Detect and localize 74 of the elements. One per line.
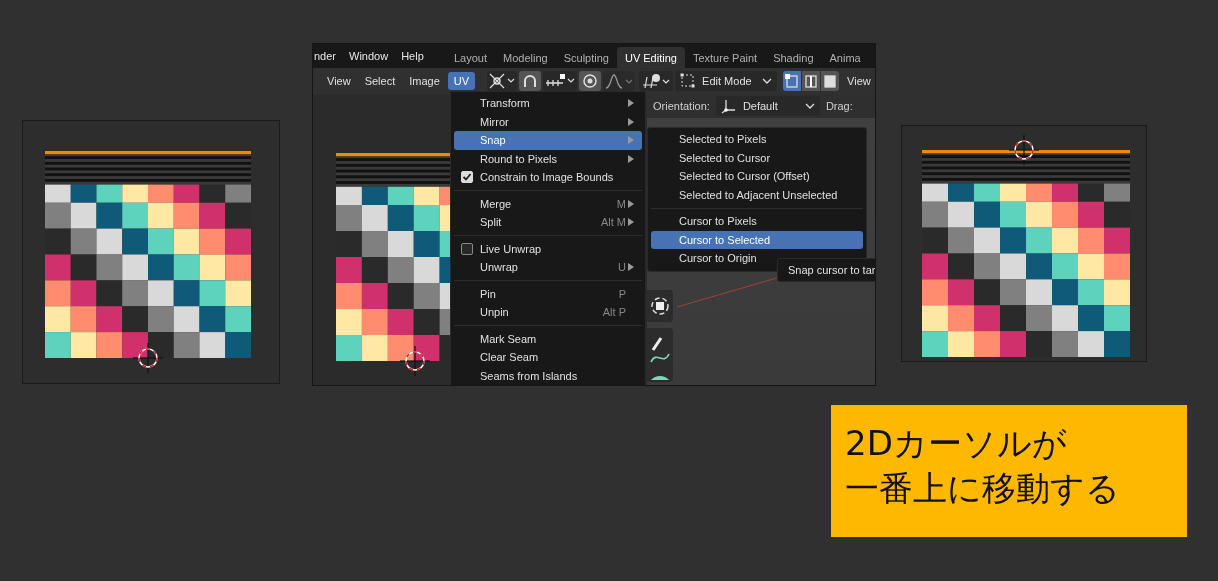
menu-item[interactable]: Selected to Cursor xyxy=(651,148,863,167)
callout-text: 一番上に移動する xyxy=(845,467,1121,509)
menu-button[interactable]: UV xyxy=(447,72,476,90)
orientation-label: Orientation: xyxy=(653,100,710,112)
caret-icon xyxy=(804,102,815,110)
transform-tool-button[interactable] xyxy=(647,290,673,322)
menu-item[interactable]: Round to Pixels xyxy=(454,149,642,168)
shortcut-label: M xyxy=(616,197,626,210)
falloff-button[interactable] xyxy=(603,71,636,91)
menu-item[interactable]: Selected to Adjacent Unselected xyxy=(651,185,863,204)
menu-item[interactable]: Live Unwrap xyxy=(454,239,642,258)
menu-button[interactable]: View xyxy=(321,72,357,90)
callout-text: 2Dカーソルが xyxy=(845,423,1068,464)
menu-button[interactable]: View xyxy=(841,72,875,90)
shortcut-label: P xyxy=(618,287,626,300)
menu-item[interactable]: Cursor to Selected xyxy=(651,230,863,249)
menu-item[interactable]: Split Alt M xyxy=(454,213,642,232)
workspace-tab[interactable]: Shading xyxy=(765,47,822,68)
menu-item[interactable]: Seams from Islands xyxy=(454,366,642,385)
caret-icon xyxy=(762,77,773,85)
select-mode-icon xyxy=(823,73,838,89)
snap-target-button[interactable] xyxy=(543,71,578,91)
select-mode-button[interactable] xyxy=(821,71,840,91)
snap-button[interactable] xyxy=(519,71,542,91)
menu-item[interactable]: Selected to Pixels xyxy=(651,130,863,149)
menu-item[interactable]: Window xyxy=(349,50,389,62)
workspace-tab[interactable]: Modeling xyxy=(495,47,556,68)
increment-icon xyxy=(545,73,576,89)
edit-mode-icon xyxy=(680,73,697,89)
orientation-dropdown[interactable]: Default xyxy=(715,96,820,116)
workspace-tab[interactable]: Anima xyxy=(821,47,869,68)
menu-item[interactable]: Selected to Cursor (Offset) xyxy=(651,167,863,186)
menu-item[interactable]: nder xyxy=(314,50,337,62)
submenu-arrow-icon xyxy=(628,199,634,208)
menu-item[interactable]: Constrain to Image Bounds xyxy=(454,168,642,187)
menu-item[interactable]: Merge M xyxy=(454,194,642,213)
select-mode-button[interactable] xyxy=(783,71,802,91)
menu-item[interactable]: Clear Seam xyxy=(454,348,642,367)
submenu-arrow-icon xyxy=(628,263,634,272)
shortcut-label: Alt P xyxy=(602,306,626,319)
proportional-edit-button[interactable] xyxy=(579,71,602,91)
checkbox[interactable] xyxy=(461,242,473,255)
menu-item[interactable]: Transform xyxy=(454,94,642,113)
workspace-tab[interactable]: Texture Paint xyxy=(684,47,766,68)
falloff-curve-icon xyxy=(605,73,634,89)
menu-item[interactable]: Snap xyxy=(454,131,642,150)
menu-item[interactable]: Pin P xyxy=(454,284,642,303)
workspace-tab[interactable]: UV Editing xyxy=(616,47,685,68)
mode-dropdown[interactable]: Edit Mode xyxy=(675,71,778,91)
axes-icon xyxy=(720,98,737,114)
menu-button[interactable]: Select xyxy=(358,72,402,90)
workspace-tab[interactable]: Sculpting xyxy=(555,47,617,68)
workspace-tab[interactable]: Layout xyxy=(446,47,496,68)
cursor-tool-icon xyxy=(641,73,672,89)
select-mode-icon xyxy=(804,73,819,89)
menu-item[interactable]: Unpin Alt P xyxy=(454,303,642,322)
submenu-arrow-icon xyxy=(628,218,634,227)
menu-item[interactable]: Cursor to Pixels xyxy=(651,212,863,231)
shortcut-label: U xyxy=(618,261,626,274)
menu-button[interactable]: Image xyxy=(403,72,446,90)
drag-label: Drag: xyxy=(825,100,853,112)
cursor-tool-button[interactable] xyxy=(639,71,674,91)
menu-item[interactable]: Mirror xyxy=(454,112,642,131)
pivot-icon xyxy=(489,73,516,89)
menu-item[interactable]: Mark Seam xyxy=(454,329,642,348)
menu-item[interactable]: Unwrap U xyxy=(454,258,642,277)
select-mode-icon xyxy=(785,73,800,89)
menu-item[interactable]: Help xyxy=(401,50,424,62)
proportional-edit-icon xyxy=(581,73,600,89)
tooltip: Snap cursor to tar xyxy=(777,258,875,282)
transform-icon xyxy=(649,295,671,317)
shortcut-label: Alt M xyxy=(600,216,626,229)
pivot-point-button[interactable] xyxy=(487,71,518,91)
select-mode-button[interactable] xyxy=(802,71,821,91)
